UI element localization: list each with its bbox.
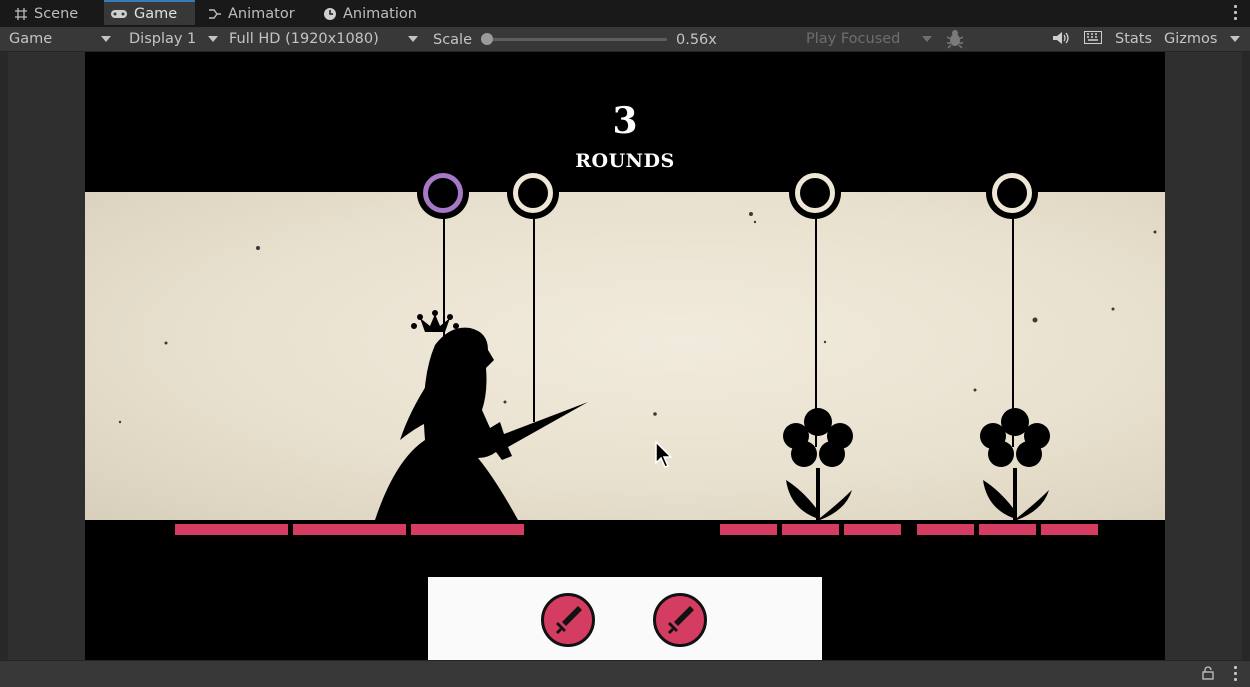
chevron-down-icon [1230, 36, 1240, 42]
tab-animator[interactable]: Animator [208, 0, 295, 27]
tab-game[interactable]: Game [104, 0, 195, 25]
more-menu-icon[interactable] [1234, 5, 1238, 21]
princess-sprite [375, 310, 588, 520]
scale-value-text: 0.56x [676, 32, 717, 48]
flower-enemy-sprite [783, 408, 853, 520]
gizmos-button[interactable]: Gizmos [1164, 27, 1217, 51]
tab-label: Animator [228, 5, 295, 22]
enemy-health-segment [782, 524, 839, 535]
attack-button[interactable] [653, 593, 707, 647]
gamepad-icon [111, 9, 127, 18]
turn-indicator-active [417, 167, 469, 219]
enemy-health-segment [720, 524, 777, 535]
resolution-value: Full HD (1920x1080) [229, 31, 379, 47]
game-viewport[interactable]: 3 ROUNDS [85, 52, 1165, 660]
turn-string [815, 217, 817, 447]
enemy-health-segment [844, 524, 901, 535]
animator-icon [209, 8, 221, 19]
grid-icon [15, 7, 27, 20]
round-number: 3 [612, 100, 638, 142]
enemy-health-segment [979, 524, 1036, 535]
player-health-segment [293, 524, 406, 535]
flower-enemy-sprite [980, 408, 1050, 520]
turn-string [533, 217, 535, 422]
mouse-cursor-icon [655, 441, 673, 468]
scale-label: Scale [433, 28, 472, 52]
chevron-down-icon [101, 36, 111, 42]
bug-icon[interactable] [946, 29, 964, 49]
sword-icon [556, 606, 582, 634]
tab-animation[interactable]: Animation [323, 0, 417, 27]
tab-label: Scene [34, 5, 79, 22]
chevron-down-icon [408, 36, 418, 42]
tab-label: Game [134, 5, 178, 22]
tab-scene[interactable]: Scene [14, 0, 78, 27]
enemy-health-segment [917, 524, 974, 535]
lock-icon[interactable] [1202, 666, 1214, 680]
display-value: Display 1 [129, 31, 197, 47]
tab-label: Animation [343, 5, 417, 22]
stats-label: Stats [1115, 31, 1153, 47]
display-dropdown[interactable]: Display 1 [129, 27, 196, 51]
turn-indicator [789, 167, 841, 219]
status-bar [0, 660, 1250, 687]
turn-string [443, 217, 445, 413]
resolution-dropdown[interactable]: Full HD (1920x1080) [229, 27, 379, 51]
player-health-segment [411, 524, 524, 535]
action-panel [428, 577, 822, 660]
letterbox-left [8, 52, 85, 660]
turn-string [1012, 217, 1014, 447]
view-mode-dropdown[interactable]: Game [9, 27, 52, 51]
player-health-segment [175, 524, 288, 535]
turn-indicator [507, 167, 559, 219]
keyboard-icon[interactable] [1084, 31, 1102, 44]
scale-slider-track[interactable] [487, 38, 667, 41]
scale-label-text: Scale [433, 32, 473, 48]
view-mode-value: Game [9, 31, 53, 47]
sword-icon [668, 606, 694, 634]
enemy-health-segment [1041, 524, 1098, 535]
letterbox-right [1165, 52, 1242, 660]
more-menu-icon[interactable] [1234, 666, 1238, 682]
play-mode-dropdown[interactable]: Play Focused [806, 27, 900, 51]
chevron-down-icon [208, 36, 218, 42]
scale-slider-handle[interactable] [481, 33, 493, 45]
gizmos-label: Gizmos [1164, 31, 1218, 47]
play-mode-value: Play Focused [806, 31, 901, 47]
editor-tab-bar: Scene Game Animator Animation [0, 0, 1250, 28]
clock-icon [324, 7, 336, 20]
attack-button[interactable] [541, 593, 595, 647]
battle-stage [85, 192, 1165, 520]
chevron-down-icon [922, 36, 932, 42]
stats-button[interactable]: Stats [1115, 27, 1152, 51]
scale-value: 0.56x [676, 28, 717, 52]
turn-indicator [986, 167, 1038, 219]
speaker-icon[interactable] [1052, 31, 1070, 45]
